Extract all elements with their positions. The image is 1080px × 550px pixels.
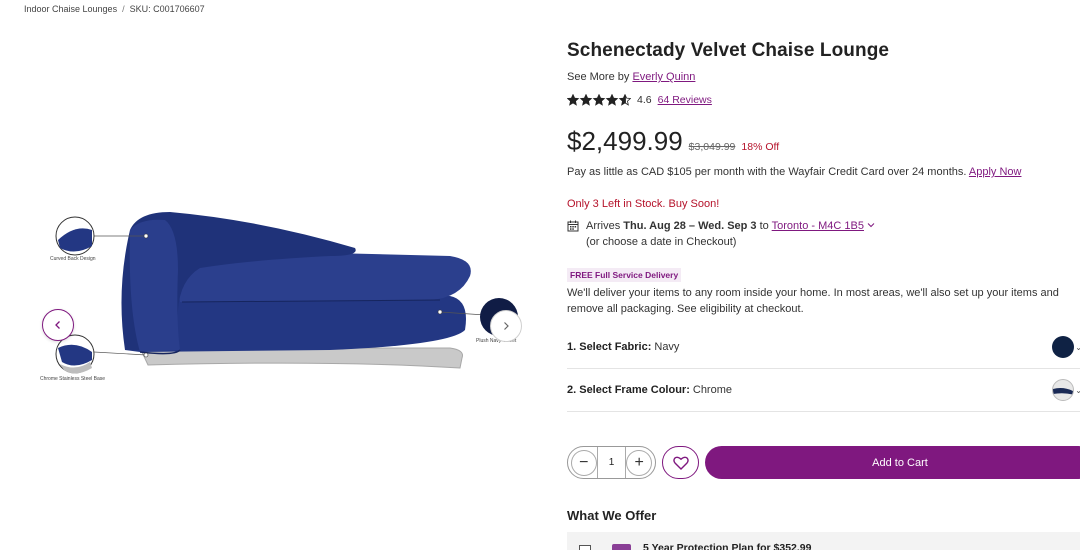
rating-row: 4.6 64 Reviews	[567, 94, 712, 106]
location-link[interactable]: Toronto - M4C 1B5	[772, 220, 864, 232]
protection-plan-icon	[612, 544, 631, 550]
product-details-panel: Schenectady Velvet Chaise Lounge See Mor…	[567, 40, 1080, 550]
breadcrumb-category-link[interactable]: Indoor Chaise Lounges	[24, 4, 117, 14]
discount-label: 18% Off	[741, 141, 780, 153]
arrives-to: to	[759, 220, 769, 232]
protection-plan-label: 5 Year Protection Plan for $352.99	[643, 542, 812, 550]
rating-value: 4.6	[637, 94, 652, 106]
what-we-offer-heading: What We Offer	[567, 508, 657, 523]
fabric-selector[interactable]: 1. Select Fabric: Navy ⌄	[567, 326, 1080, 369]
decrease-quantity-button[interactable]: −	[571, 449, 597, 476]
checkout-note: (or choose a date in Checkout)	[586, 236, 737, 248]
sku-label: SKU: C001706607	[129, 4, 205, 14]
apply-now-link[interactable]: Apply Now	[969, 166, 1022, 178]
brand-link[interactable]: Everly Quinn	[632, 71, 695, 83]
breadcrumb: Indoor Chaise Lounges / SKU: C001706607	[24, 4, 205, 14]
chevron-down-icon: ⌄	[1075, 342, 1080, 352]
chevron-right-icon	[504, 322, 509, 330]
heart-icon	[672, 456, 689, 470]
arrives-prefix: Arrives	[586, 220, 621, 232]
arrival-dates: Thu. Aug 28 – Wed. Sep 3	[623, 220, 757, 232]
star-rating	[567, 94, 631, 106]
see-more-by: See More by Everly Quinn	[567, 71, 695, 83]
reviews-link[interactable]: 64 Reviews	[658, 94, 712, 106]
frame-colour-value: Chrome	[692, 384, 732, 396]
free-delivery-badge: FREE Full Service Delivery	[567, 268, 682, 282]
original-price: $3,049.99	[688, 141, 736, 153]
fabric-swatch[interactable]	[1052, 336, 1074, 358]
previous-image-button[interactable]	[42, 309, 74, 341]
protection-plan-checkbox[interactable]	[579, 545, 591, 550]
protection-plan-offer[interactable]: 5 Year Protection Plan for $352.99	[567, 532, 1080, 550]
financing-offer: Pay as little as CAD $105 per month with…	[567, 166, 1021, 178]
stock-warning: Only 3 Left in Stock. Buy Soon!	[567, 198, 720, 210]
frame-swatch[interactable]	[1052, 379, 1074, 401]
fabric-value: Navy	[654, 341, 680, 353]
stars-icon	[567, 94, 631, 106]
see-more-prefix: See More by	[567, 71, 630, 83]
chevron-left-icon	[55, 321, 60, 329]
cart-row: − 1 + Add to Cart	[567, 446, 1080, 479]
calendar-icon	[567, 220, 579, 232]
quantity-value[interactable]: 1	[596, 447, 627, 478]
callout-steel-base: Chrome Stainless Steel Base	[40, 376, 106, 382]
frame-colour-label: 2. Select Frame Colour:	[567, 384, 690, 396]
sale-price: $2,499.99	[567, 126, 683, 156]
callout-curved-back: Curved Back Design	[50, 256, 96, 262]
price-row: $2,499.99 $3,049.99 18% Off	[567, 126, 779, 157]
frame-colour-selector[interactable]: 2. Select Frame Colour: Chrome ⌄	[567, 369, 1080, 412]
add-to-favorites-button[interactable]	[662, 446, 699, 479]
next-image-button[interactable]	[490, 310, 522, 342]
financing-text: Pay as little as CAD $105 per month with…	[567, 166, 967, 178]
delivery-description: We'll deliver your items to any room ins…	[567, 287, 1059, 315]
increase-quantity-button[interactable]: +	[626, 449, 652, 476]
product-image	[55, 212, 518, 374]
chevron-down-icon: ⌄	[1075, 385, 1080, 395]
quantity-stepper: − 1 +	[567, 446, 656, 479]
chevron-down-icon[interactable]	[867, 221, 875, 229]
add-to-cart-button[interactable]: Add to Cart	[705, 446, 1080, 479]
frame-swatch-image	[1053, 388, 1073, 395]
product-title: Schenectady Velvet Chaise Lounge	[567, 40, 890, 61]
breadcrumb-separator: /	[122, 4, 125, 14]
delivery-estimate: Arrives Thu. Aug 28 – Wed. Sep 3 to Toro…	[567, 220, 875, 248]
fabric-label: 1. Select Fabric:	[567, 341, 652, 353]
product-gallery: Curved Back Design Chrome Stainless Stee…	[0, 30, 545, 550]
